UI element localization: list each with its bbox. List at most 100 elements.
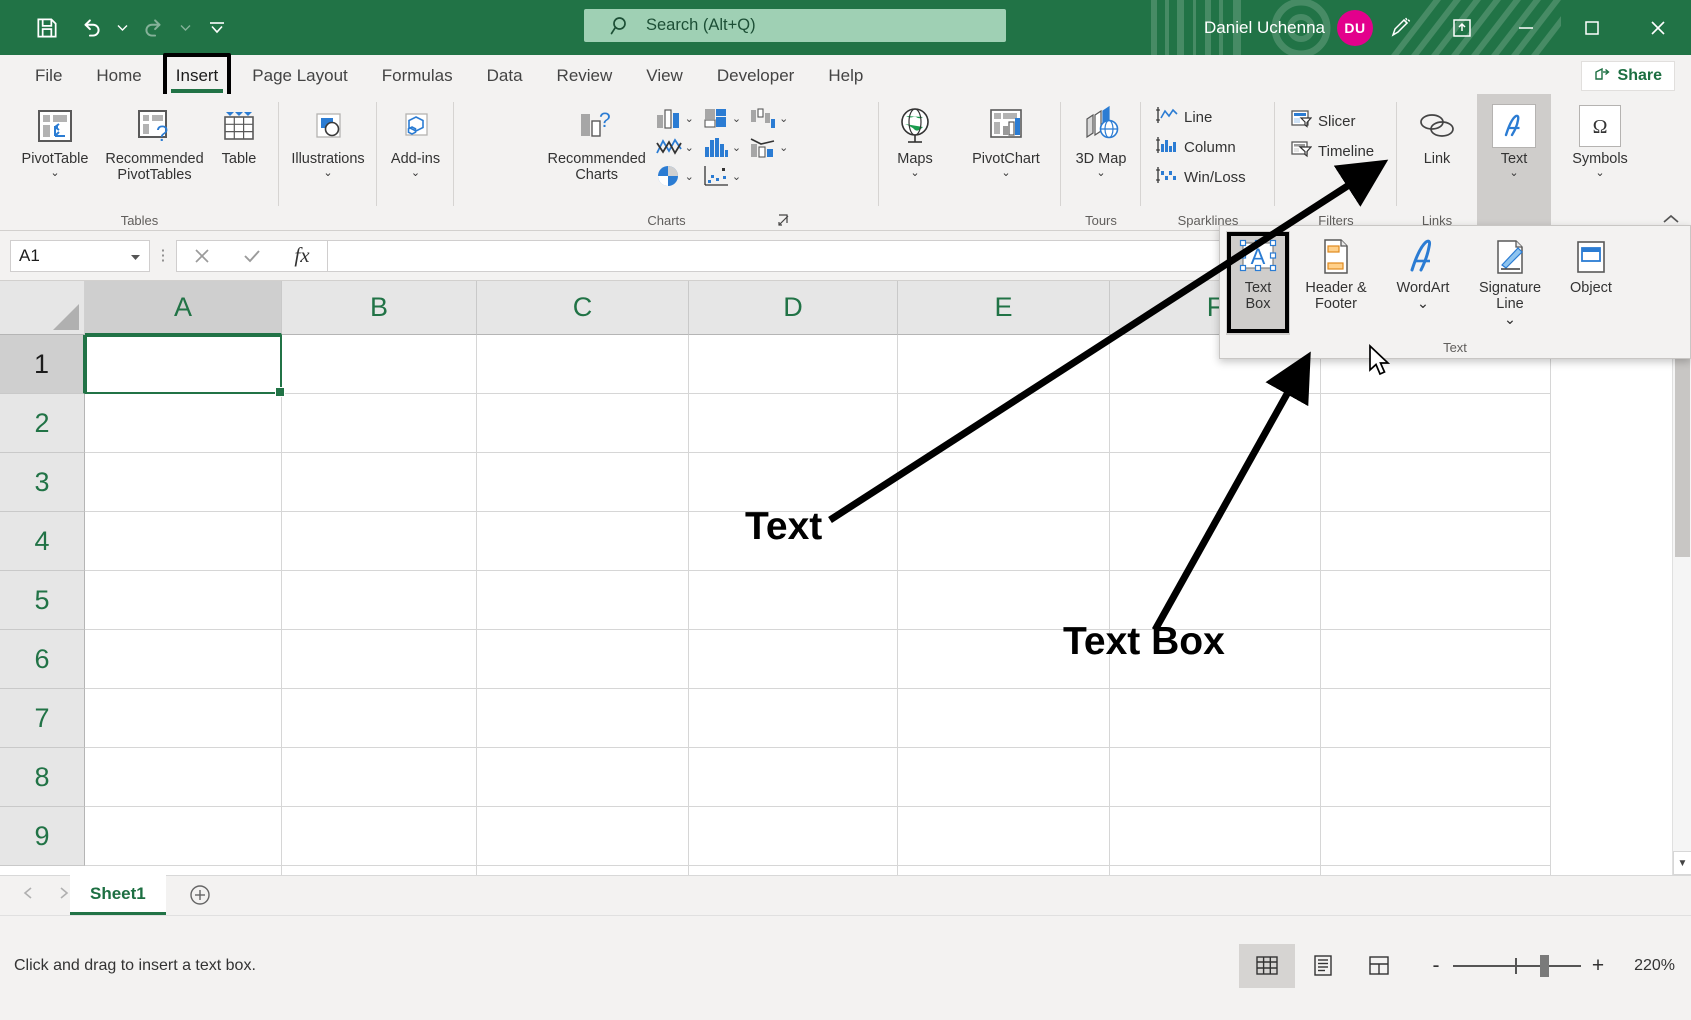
row-header-2[interactable]: 2 bbox=[0, 394, 85, 453]
chevron-down-icon[interactable]: ⌄ bbox=[685, 141, 694, 154]
grid-cell[interactable] bbox=[477, 630, 689, 689]
vertical-scrollbar[interactable]: ▲ ▼ bbox=[1672, 281, 1691, 875]
tab-help[interactable]: Help bbox=[811, 57, 880, 94]
tab-page-layout[interactable]: Page Layout bbox=[235, 57, 364, 94]
grid-row[interactable] bbox=[85, 748, 1672, 807]
grid-row[interactable] bbox=[85, 571, 1672, 630]
tab-developer[interactable]: Developer bbox=[700, 57, 812, 94]
pen-ink-icon[interactable] bbox=[1369, 0, 1431, 55]
save-icon[interactable] bbox=[26, 9, 68, 47]
grid-row[interactable] bbox=[85, 866, 1672, 875]
next-sheet-icon[interactable] bbox=[58, 886, 70, 905]
grid-cell[interactable] bbox=[1321, 689, 1551, 748]
grid-cell[interactable] bbox=[1110, 807, 1321, 866]
grid-cell[interactable] bbox=[689, 571, 898, 630]
grid-cell[interactable] bbox=[282, 630, 477, 689]
tab-formulas[interactable]: Formulas bbox=[365, 57, 470, 94]
row-header-7[interactable]: 7 bbox=[0, 689, 85, 748]
grid-cell[interactable] bbox=[689, 748, 898, 807]
grid-row[interactable] bbox=[85, 512, 1672, 571]
grid-cell[interactable] bbox=[85, 571, 282, 630]
statistic-chart-button[interactable]: ⌄ bbox=[699, 133, 744, 161]
chevron-down-icon[interactable]: ⌄ bbox=[50, 168, 59, 178]
grid-cell[interactable] bbox=[477, 866, 689, 875]
maps-button[interactable]: Maps ⌄ bbox=[882, 100, 948, 178]
zoom-slider-thumb[interactable] bbox=[1540, 955, 1549, 977]
wordart-button[interactable]: WordArt ⌄ bbox=[1382, 231, 1464, 312]
grid-cell[interactable] bbox=[898, 394, 1110, 453]
column-header-a[interactable]: A bbox=[85, 281, 282, 335]
grid-cell[interactable] bbox=[898, 748, 1110, 807]
grid-cell[interactable] bbox=[85, 748, 282, 807]
cell-area[interactable] bbox=[85, 335, 1672, 875]
grid-cell[interactable] bbox=[1110, 748, 1321, 807]
row-header-9[interactable]: 9 bbox=[0, 807, 85, 866]
recommended-charts-button[interactable]: ? Recommended Charts bbox=[542, 100, 652, 183]
grid-cell[interactable] bbox=[1321, 807, 1551, 866]
grid-cell[interactable] bbox=[689, 335, 898, 394]
grid-cell[interactable] bbox=[1110, 866, 1321, 875]
insert-function-fx-icon[interactable]: fx bbox=[277, 241, 327, 271]
grid-cell[interactable] bbox=[689, 630, 898, 689]
pivottable-button[interactable]: PivotTable ⌄ bbox=[9, 100, 101, 178]
ribbon-group-text[interactable]: Text ⌄ bbox=[1477, 94, 1551, 230]
grid-cell[interactable] bbox=[477, 512, 689, 571]
chevron-down-icon[interactable]: ⌄ bbox=[732, 170, 741, 183]
search-input[interactable] bbox=[646, 16, 976, 35]
zoom-out-button[interactable]: - bbox=[1419, 944, 1453, 988]
illustrations-button[interactable]: Illustrations ⌄ bbox=[282, 100, 374, 178]
close-icon[interactable] bbox=[1625, 0, 1691, 55]
line-area-chart-button[interactable]: ⌄ bbox=[652, 133, 697, 161]
grid-cell[interactable] bbox=[1321, 630, 1551, 689]
grid-cell[interactable] bbox=[85, 335, 282, 394]
chevron-down-icon[interactable]: ⌄ bbox=[910, 168, 919, 178]
grid-cell[interactable] bbox=[689, 807, 898, 866]
grid-cell[interactable] bbox=[477, 394, 689, 453]
grid-cell[interactable] bbox=[477, 807, 689, 866]
grid-cell[interactable] bbox=[1110, 689, 1321, 748]
grid-cell[interactable] bbox=[282, 512, 477, 571]
chevron-down-icon[interactable]: ⌄ bbox=[411, 168, 420, 178]
grid-cell[interactable] bbox=[898, 335, 1110, 394]
column-header-e[interactable]: E bbox=[898, 281, 1110, 335]
add-sheet-button[interactable] bbox=[188, 875, 212, 915]
maximize-icon[interactable] bbox=[1559, 0, 1625, 55]
grid-cell[interactable] bbox=[1321, 748, 1551, 807]
row-header-4[interactable]: 4 bbox=[0, 512, 85, 571]
grid-cell[interactable] bbox=[477, 748, 689, 807]
sparkline-winloss-button[interactable]: Win/Loss bbox=[1151, 162, 1251, 192]
tab-home[interactable]: Home bbox=[79, 57, 158, 94]
grid-cell[interactable] bbox=[1321, 453, 1551, 512]
addins-button[interactable]: Add-ins ⌄ bbox=[380, 100, 452, 178]
minimize-icon[interactable] bbox=[1493, 0, 1559, 55]
grid-cell[interactable] bbox=[1321, 866, 1551, 875]
3d-map-button[interactable]: 3D Map ⌄ bbox=[1064, 100, 1138, 178]
chevron-down-icon[interactable]: ⌄ bbox=[1509, 168, 1518, 178]
grid-cell[interactable] bbox=[689, 394, 898, 453]
grid-cell[interactable] bbox=[1321, 394, 1551, 453]
undo-dropdown-icon[interactable] bbox=[114, 9, 131, 47]
grid-row[interactable] bbox=[85, 394, 1672, 453]
grid-cell[interactable] bbox=[1110, 394, 1321, 453]
name-box[interactable]: A1 bbox=[10, 240, 150, 272]
timeline-button[interactable]: Timeline bbox=[1285, 136, 1379, 166]
zoom-level[interactable]: 220% bbox=[1615, 957, 1691, 975]
grid-cell[interactable] bbox=[1110, 512, 1321, 571]
pivotchart-button[interactable]: PivotChart ⌄ bbox=[954, 100, 1058, 178]
enter-check-icon[interactable] bbox=[227, 241, 277, 271]
chevron-down-icon[interactable]: ⌄ bbox=[323, 168, 332, 178]
signature-line-button[interactable]: Signature Line ⌄ bbox=[1464, 231, 1556, 329]
chevron-down-icon[interactable]: ⌄ bbox=[1417, 296, 1429, 312]
text-button[interactable]: Text ⌄ bbox=[1480, 100, 1548, 178]
grid-cell[interactable] bbox=[477, 571, 689, 630]
grid-cell[interactable] bbox=[85, 394, 282, 453]
account-area[interactable]: Daniel Uchenna DU bbox=[1204, 0, 1373, 55]
charts-dialog-launcher-icon[interactable] bbox=[776, 212, 791, 227]
grid-cell[interactable] bbox=[85, 453, 282, 512]
sparkline-line-button[interactable]: Line bbox=[1151, 102, 1217, 132]
row-header-8[interactable]: 8 bbox=[0, 748, 85, 807]
grid-cell[interactable] bbox=[1321, 571, 1551, 630]
tab-file[interactable]: File bbox=[18, 57, 79, 94]
grid-cell[interactable] bbox=[282, 748, 477, 807]
zoom-slider[interactable] bbox=[1453, 944, 1581, 988]
